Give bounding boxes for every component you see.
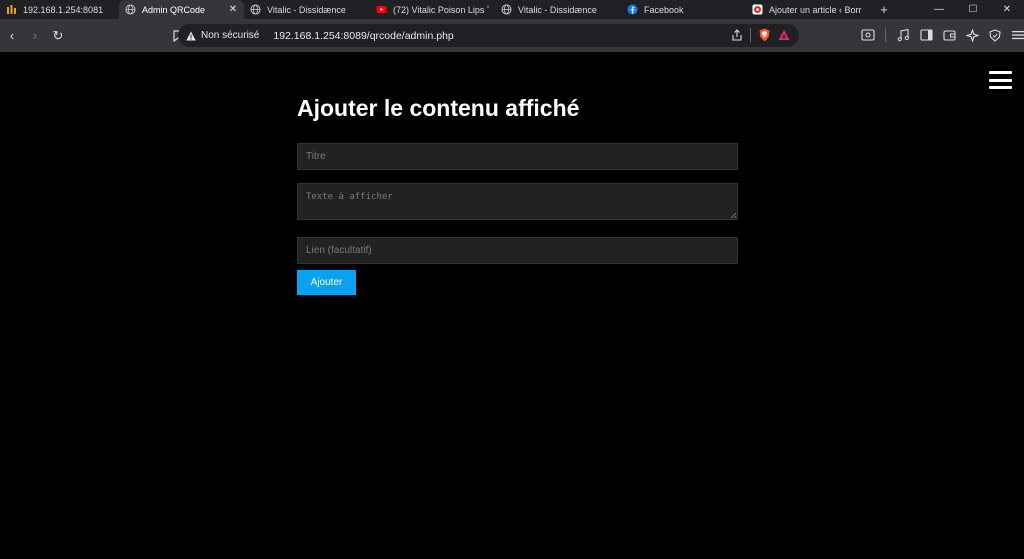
page-content: Ajouter le contenu affiché Ajouter: [0, 52, 1024, 559]
link-input[interactable]: [297, 237, 738, 264]
text-textarea[interactable]: [297, 183, 738, 220]
address-bar-actions: [730, 28, 791, 42]
new-tab-button[interactable]: +: [872, 0, 896, 19]
screenshot-icon[interactable]: [860, 27, 876, 43]
divider: [750, 28, 751, 42]
hamburger-menu-icon[interactable]: [989, 71, 1012, 89]
sidebar-icon[interactable]: [918, 27, 934, 43]
vpn-icon[interactable]: [987, 27, 1003, 43]
url-text[interactable]: 192.168.1.254:8089/qrcode/admin.php: [273, 30, 453, 42]
maximize-icon[interactable]: ☐: [956, 0, 990, 19]
wordpress-icon: [752, 4, 763, 15]
page-title: Ajouter le contenu affiché: [297, 95, 580, 121]
hamburger-line: [989, 86, 1012, 89]
title-input[interactable]: [297, 143, 738, 170]
close-icon[interactable]: ✕: [228, 4, 238, 15]
address-bar[interactable]: Non sécurisé 192.168.1.254:8089/qrcode/a…: [178, 24, 799, 47]
tab-label: Vitalic - Dissidænce: [267, 4, 346, 15]
tab-label: Ajouter un article ‹ Borr: [769, 4, 862, 15]
hamburger-line: [989, 78, 1012, 82]
youtube-icon: [376, 4, 387, 15]
tab-facebook[interactable]: Facebook: [621, 0, 746, 19]
close-window-icon[interactable]: ✕: [990, 0, 1024, 19]
globe-icon: [125, 4, 136, 15]
tab-label: (72) Vitalic Poison Lips T: [393, 4, 489, 15]
facebook-icon: [627, 4, 638, 15]
divider: [885, 28, 886, 42]
add-button[interactable]: Ajouter: [297, 270, 356, 295]
toolbar-actions: [860, 27, 1024, 43]
tab-admin-qrcode[interactable]: Admin QRCode ✕: [119, 0, 244, 19]
server-icon: [6, 4, 17, 15]
tab-bar: 192.168.1.254:8081 Admin QRCode ✕ Vitali…: [0, 0, 1024, 19]
tab-wordpress[interactable]: Ajouter un article ‹ Borr: [746, 0, 872, 19]
hamburger-line: [989, 71, 1012, 74]
share-icon[interactable]: [730, 28, 744, 42]
globe-icon: [501, 4, 512, 15]
media-icon[interactable]: [895, 27, 911, 43]
window-controls: — ☐ ✕: [922, 0, 1024, 19]
tab-vitalic-2[interactable]: Vitalic - Dissidænce: [495, 0, 621, 19]
tab-label: Facebook: [644, 4, 684, 15]
tab-label: Vitalic - Dissidænce: [518, 4, 597, 15]
tab-label: Admin QRCode: [142, 4, 206, 15]
reload-button[interactable]: ↻: [47, 25, 69, 47]
back-button[interactable]: ‹: [1, 25, 23, 47]
tab-label: 192.168.1.254:8081: [23, 4, 104, 15]
tab-vitalic-1[interactable]: Vitalic - Dissidænce: [244, 0, 370, 19]
wallet-icon[interactable]: [941, 27, 957, 43]
leo-ai-icon[interactable]: [964, 27, 980, 43]
brave-shields-icon[interactable]: [757, 28, 771, 42]
resize-handle-icon[interactable]: [729, 211, 737, 219]
menu-icon[interactable]: [1010, 27, 1024, 43]
browser-toolbar: ‹ › ↻ Non sécurisé 192.168.1.254:8089/qr…: [0, 19, 1024, 52]
minimize-icon[interactable]: —: [922, 0, 956, 19]
tab-youtube[interactable]: (72) Vitalic Poison Lips T: [370, 0, 495, 19]
tab-router[interactable]: 192.168.1.254:8081: [0, 0, 119, 19]
security-label[interactable]: Non sécurisé: [201, 30, 259, 41]
forward-button[interactable]: ›: [24, 25, 46, 47]
globe-icon: [250, 4, 261, 15]
brave-rewards-icon[interactable]: [777, 28, 791, 42]
warning-icon: [186, 31, 196, 40]
